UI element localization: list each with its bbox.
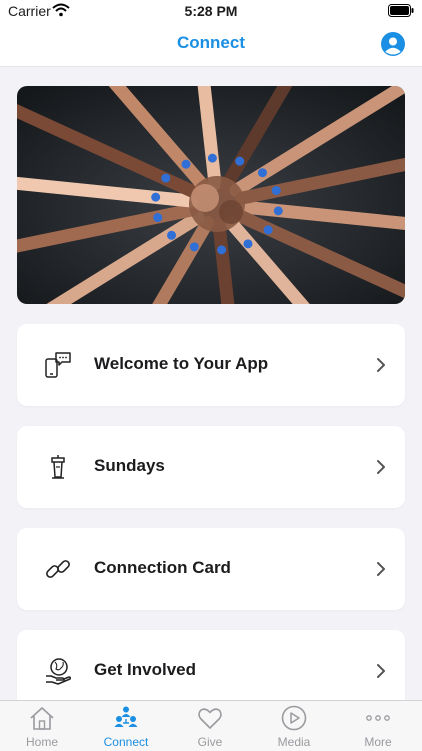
tab-give[interactable]: Give bbox=[168, 701, 252, 751]
tab-label: Connect bbox=[103, 735, 149, 749]
podium-icon bbox=[51, 455, 65, 479]
phone-chat-icon bbox=[45, 352, 71, 378]
more-dots-icon bbox=[366, 715, 390, 721]
hero-wristband bbox=[273, 206, 283, 216]
tab-connect[interactable]: Connect bbox=[84, 701, 168, 751]
hero-wristband bbox=[167, 230, 177, 240]
hero-wristband bbox=[243, 239, 253, 249]
tab-home[interactable]: Home bbox=[0, 701, 84, 751]
nav-bar: Connect bbox=[0, 22, 422, 67]
hero-wristband bbox=[271, 185, 281, 195]
tab-label: Media bbox=[277, 735, 311, 749]
chevron-right-icon bbox=[377, 562, 385, 576]
card-connection-card[interactable]: Connection Card bbox=[17, 528, 405, 610]
card-label: Sundays bbox=[94, 456, 165, 475]
tab-label: Give bbox=[197, 735, 223, 749]
hero-wristband bbox=[263, 225, 273, 235]
profile-icon bbox=[381, 32, 405, 56]
card-label: Welcome to Your App bbox=[94, 354, 269, 373]
stacked-hands-photo bbox=[17, 86, 405, 304]
tab-label: More bbox=[364, 735, 392, 749]
hero-wristband bbox=[235, 156, 245, 166]
hero-wristband bbox=[151, 192, 161, 202]
tab-bar: Home Connect Give Media More bbox=[0, 700, 422, 751]
people-icon bbox=[114, 706, 138, 727]
card-label: Connection Card bbox=[94, 558, 231, 577]
home-icon bbox=[30, 707, 54, 730]
heart-icon bbox=[198, 708, 222, 729]
hero-wristband bbox=[181, 159, 191, 169]
tab-more[interactable]: More bbox=[336, 701, 420, 751]
hero-wristband bbox=[153, 213, 163, 223]
status-bar: Carrier 5:28 PM bbox=[0, 0, 422, 22]
card-label: Get Involved bbox=[94, 660, 197, 679]
card-sundays[interactable]: Sundays bbox=[17, 426, 405, 508]
page-title: Connect bbox=[177, 33, 245, 52]
tab-label: Home bbox=[25, 735, 58, 749]
profile-button[interactable] bbox=[381, 32, 405, 56]
hero-wristband bbox=[189, 242, 199, 252]
clock: 5:28 PM bbox=[184, 3, 238, 19]
tab-media[interactable]: Media bbox=[252, 701, 336, 751]
battery-icon bbox=[388, 4, 414, 20]
hero-wristband bbox=[257, 168, 267, 178]
link-icon bbox=[46, 560, 70, 578]
globe-hand-icon bbox=[46, 658, 72, 685]
card-welcome-to-your-app[interactable]: Welcome to Your App bbox=[17, 324, 405, 406]
chevron-right-icon bbox=[377, 460, 385, 474]
play-icon bbox=[281, 705, 307, 731]
hero-wristband bbox=[207, 153, 217, 163]
hero-wristband bbox=[161, 173, 171, 183]
hero-image bbox=[17, 86, 405, 304]
chevron-right-icon bbox=[377, 358, 385, 372]
chevron-right-icon bbox=[377, 664, 385, 678]
hero-wristband bbox=[217, 245, 227, 255]
